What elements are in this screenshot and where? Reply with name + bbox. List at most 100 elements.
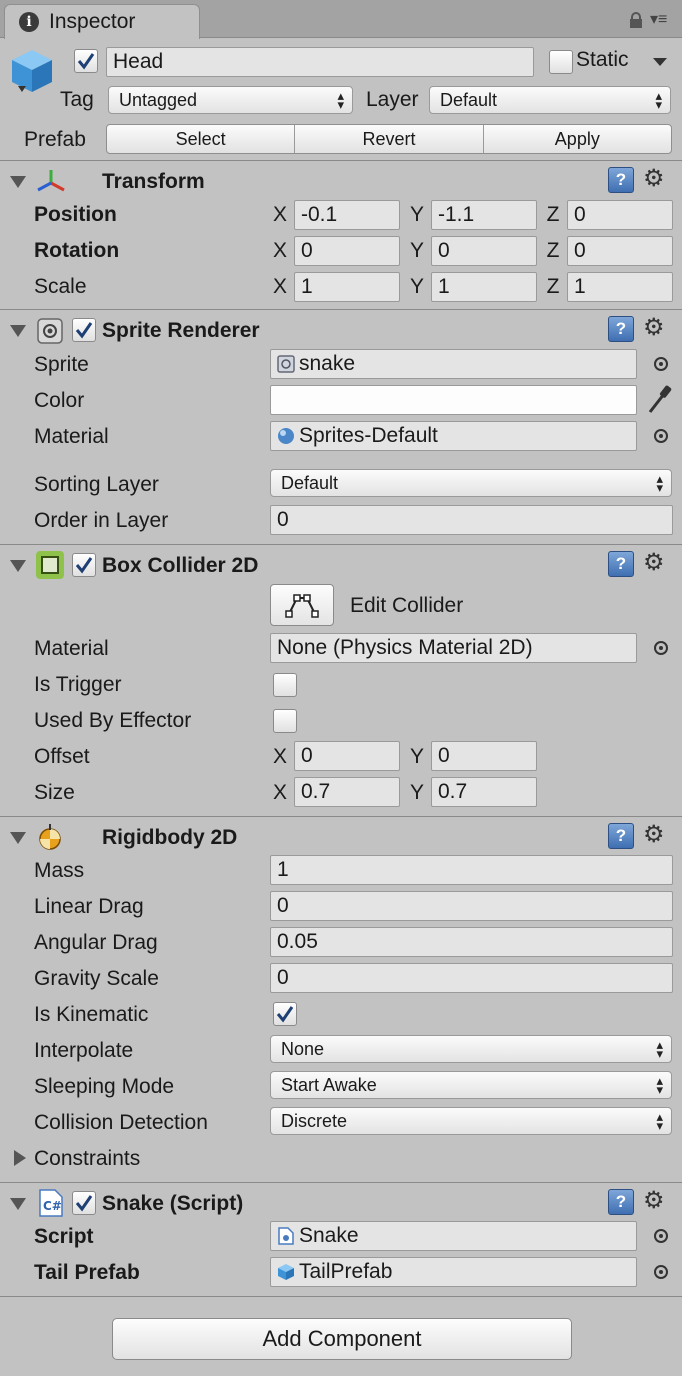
sprite-renderer-foldout[interactable]: [10, 325, 26, 337]
tab-inspector[interactable]: i Inspector: [4, 4, 200, 39]
axis-x-label: X: [272, 275, 287, 298]
add-component-button[interactable]: Add Component: [112, 1318, 572, 1360]
is-kinematic-label: Is Kinematic: [34, 1003, 149, 1026]
gear-icon[interactable]: ⚙: [643, 1189, 673, 1215]
object-picker-icon[interactable]: [654, 357, 668, 371]
mass-label: Mass: [34, 859, 85, 882]
prefab-apply-button[interactable]: Apply: [484, 125, 671, 153]
box-collider-enabled-checkbox[interactable]: [72, 553, 96, 577]
script-asset-icon: [278, 1227, 294, 1245]
gear-icon[interactable]: ⚙: [643, 316, 673, 342]
divider: [0, 816, 682, 817]
edit-collider-button[interactable]: [270, 584, 334, 626]
scale-x-input[interactable]: 1: [294, 272, 400, 302]
object-picker-icon[interactable]: [654, 429, 668, 443]
constraints-foldout[interactable]: [14, 1150, 26, 1166]
prefab-select-button[interactable]: Select: [107, 125, 296, 153]
angular-drag-input[interactable]: 0.05: [270, 927, 673, 957]
sprite-label: Sprite: [34, 353, 89, 376]
gear-icon[interactable]: ⚙: [643, 167, 673, 193]
help-icon[interactable]: ?: [608, 167, 634, 193]
object-picker-icon[interactable]: [654, 1229, 668, 1243]
position-label: Position: [34, 203, 117, 226]
divider: [0, 544, 682, 545]
linear-drag-input[interactable]: 0: [270, 891, 673, 921]
object-picker-icon[interactable]: [654, 641, 668, 655]
checkmark-icon: [77, 53, 95, 70]
prefab-buttons: Select Revert Apply: [106, 124, 672, 154]
position-z-input[interactable]: 0: [567, 200, 673, 230]
is-kinematic-checkbox[interactable]: [273, 1002, 297, 1026]
interpolate-dropdown[interactable]: None ▴ ▾: [270, 1035, 672, 1063]
size-y-input[interactable]: 0.7: [431, 777, 537, 807]
prefab-revert-button[interactable]: Revert: [295, 125, 484, 153]
script-object-field[interactable]: Snake: [270, 1221, 637, 1251]
material-object-field[interactable]: Sprites-Default: [270, 421, 637, 451]
sprite-renderer-enabled-checkbox[interactable]: [72, 318, 96, 342]
used-by-effector-checkbox[interactable]: [273, 709, 297, 733]
collision-detection-value: Discrete: [281, 1110, 348, 1131]
eyedropper-icon[interactable]: [646, 384, 674, 416]
object-picker-icon[interactable]: [654, 1265, 668, 1279]
scale-y-input[interactable]: 1: [431, 272, 537, 302]
sprite-renderer-icon: [37, 318, 63, 344]
size-x-input[interactable]: 0.7: [294, 777, 400, 807]
static-dropdown-arrow[interactable]: [653, 58, 667, 66]
rotation-x-input[interactable]: 0: [294, 236, 400, 266]
gear-icon[interactable]: ⚙: [643, 823, 673, 849]
axis-y-label: Y: [409, 745, 424, 768]
offset-x-input[interactable]: 0: [294, 741, 400, 771]
tail-prefab-label: Tail Prefab: [34, 1261, 140, 1284]
scale-label: Scale: [34, 275, 87, 298]
order-in-layer-input[interactable]: 0: [270, 505, 673, 535]
rotation-z-input[interactable]: 0: [567, 236, 673, 266]
divider: [0, 309, 682, 310]
help-icon[interactable]: ?: [608, 551, 634, 577]
layer-label: Layer: [366, 88, 419, 111]
static-checkbox[interactable]: [549, 50, 573, 74]
rigidbody-foldout[interactable]: [10, 832, 26, 844]
axis-y-label: Y: [409, 203, 424, 226]
position-x-input[interactable]: -0.1: [294, 200, 400, 230]
rotation-y-input[interactable]: 0: [431, 236, 537, 266]
help-icon[interactable]: ?: [608, 823, 634, 849]
box-collider-foldout[interactable]: [10, 560, 26, 572]
gravity-scale-input[interactable]: 0: [270, 963, 673, 993]
svg-text:C#: C#: [43, 1199, 62, 1213]
help-icon[interactable]: ?: [608, 316, 634, 342]
linear-drag-label: Linear Drag: [34, 895, 144, 918]
help-icon[interactable]: ?: [608, 1189, 634, 1215]
gear-icon[interactable]: ⚙: [643, 551, 673, 577]
constraints-label[interactable]: Constraints: [34, 1147, 140, 1171]
axis-x-label: X: [272, 239, 287, 262]
size-label: Size: [34, 781, 75, 804]
material-value: Sprites-Default: [299, 424, 438, 447]
collision-detection-dropdown[interactable]: Discrete ▴ ▾: [270, 1107, 672, 1135]
rigidbody-icon: [39, 824, 61, 850]
tag-dropdown[interactable]: Untagged ▴ ▾: [108, 86, 353, 114]
static-label: Static: [576, 48, 629, 71]
transform-foldout[interactable]: [10, 176, 26, 188]
sprite-object-field[interactable]: snake: [270, 349, 637, 379]
object-name-input[interactable]: Head: [106, 47, 534, 77]
active-checkbox[interactable]: [74, 49, 98, 73]
layer-dropdown[interactable]: Default ▴ ▾: [429, 86, 671, 114]
color-field[interactable]: [270, 385, 637, 415]
panel-menu-icon[interactable]: ▾≡: [650, 12, 674, 29]
script-foldout[interactable]: [10, 1198, 26, 1210]
updown-arrows-icon: ▴ ▾: [655, 88, 662, 112]
sleeping-mode-dropdown[interactable]: Start Awake ▴ ▾: [270, 1071, 672, 1099]
divider: [0, 1182, 682, 1183]
physics-material-field[interactable]: None (Physics Material 2D): [270, 633, 637, 663]
scale-z-input[interactable]: 1: [567, 272, 673, 302]
is-trigger-checkbox[interactable]: [273, 673, 297, 697]
lock-icon[interactable]: [628, 12, 644, 28]
offset-y-input[interactable]: 0: [431, 741, 537, 771]
checkmark-icon: [276, 1006, 294, 1023]
mass-input[interactable]: 1: [270, 855, 673, 885]
position-y-input[interactable]: -1.1: [431, 200, 537, 230]
script-enabled-checkbox[interactable]: [72, 1191, 96, 1215]
sorting-layer-dropdown[interactable]: Default ▴ ▾: [270, 469, 672, 497]
tail-prefab-field[interactable]: TailPrefab: [270, 1257, 637, 1287]
checkmark-icon: [75, 322, 93, 339]
